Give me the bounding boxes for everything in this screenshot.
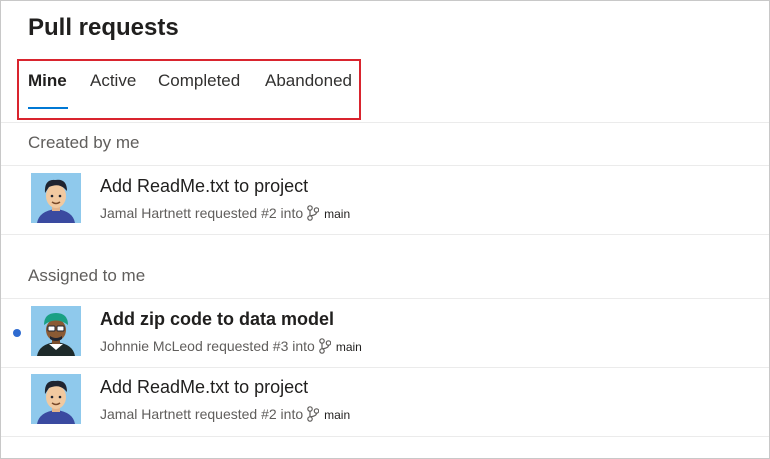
avatar bbox=[31, 306, 81, 356]
pull-request-requester: Jamal Hartnett requested #2 into bbox=[100, 205, 304, 221]
pull-request-requester: Jamal Hartnett requested #2 into bbox=[100, 406, 304, 422]
pull-requests-panel: Pull requests Mine Active Completed Aban… bbox=[0, 0, 770, 459]
pull-request-row[interactable]: Add ReadMe.txt to project Jamal Hartnett… bbox=[1, 167, 769, 235]
branch-icon bbox=[307, 205, 320, 224]
pull-request-title[interactable]: Add ReadMe.txt to project bbox=[100, 377, 308, 398]
section-header-assigned-to-me: Assigned to me bbox=[28, 266, 146, 285]
pull-request-title[interactable]: Add zip code to data model bbox=[100, 309, 334, 330]
branch-icon bbox=[319, 338, 332, 357]
pull-request-requester: Johnnie McLeod requested #3 into bbox=[100, 338, 315, 354]
pull-request-meta: Jamal Hartnett requested #2 into main bbox=[100, 205, 350, 224]
target-branch: main bbox=[324, 207, 351, 221]
target-branch: main bbox=[335, 340, 362, 354]
pull-request-title[interactable]: Add ReadMe.txt to project bbox=[100, 176, 308, 197]
divider bbox=[1, 234, 769, 235]
tab-active[interactable]: Active bbox=[90, 71, 136, 91]
tab-completed[interactable]: Completed bbox=[158, 71, 240, 91]
page-title: Pull requests bbox=[28, 14, 179, 41]
divider bbox=[1, 436, 769, 437]
pull-request-row[interactable]: Add ReadMe.txt to project Jamal Hartnett… bbox=[1, 368, 769, 436]
avatar bbox=[31, 374, 81, 424]
active-tab-indicator bbox=[28, 107, 68, 109]
tab-abandoned[interactable]: Abandoned bbox=[265, 71, 352, 91]
avatar bbox=[31, 173, 81, 223]
target-branch: main bbox=[324, 408, 351, 422]
pull-request-meta: Johnnie McLeod requested #3 into main bbox=[100, 338, 362, 357]
branch-icon bbox=[307, 406, 320, 425]
divider bbox=[1, 122, 769, 123]
divider bbox=[1, 165, 769, 166]
unread-dot bbox=[13, 329, 21, 337]
divider bbox=[1, 298, 769, 299]
pull-request-row[interactable]: Add zip code to data model Johnnie McLeo… bbox=[1, 300, 769, 368]
section-header-created-by-me: Created by me bbox=[28, 133, 140, 152]
tab-mine[interactable]: Mine bbox=[28, 71, 67, 91]
pull-request-meta: Jamal Hartnett requested #2 into main bbox=[100, 406, 350, 425]
